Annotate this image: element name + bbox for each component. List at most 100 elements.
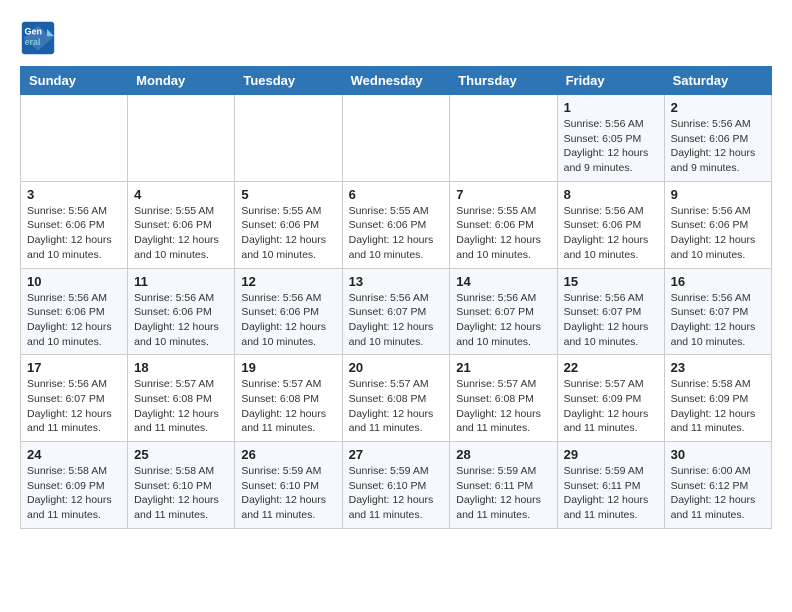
calendar-cell: 29 Sunrise: 5:59 AM Sunset: 6:11 PM Dayli… — [557, 442, 664, 529]
calendar-body: 1 Sunrise: 5:56 AM Sunset: 6:05 PM Daylig… — [21, 95, 772, 529]
calendar-cell — [128, 95, 235, 182]
day-number: 14 — [456, 274, 550, 289]
page-header: Gen eral — [20, 20, 772, 56]
day-number: 21 — [456, 360, 550, 375]
day-number: 11 — [134, 274, 228, 289]
day-number: 26 — [241, 447, 335, 462]
calendar-cell: 18Sunrise: 5:57 AM Sunset: 6:08 PM Dayli… — [128, 355, 235, 442]
calendar-header: SundayMondayTuesdayWednesdayThursdayFrid… — [21, 67, 772, 95]
day-number: 15 — [564, 274, 658, 289]
calendar-week-5: 24Sunrise: 5:58 AM Sunset: 6:09 PM Dayli… — [21, 442, 772, 529]
calendar-cell: 20 Sunrise: 5:57 AM Sunset: 6:08 PM Dayli… — [342, 355, 450, 442]
day-info: Sunrise: 6:00 AM Sunset: 6:12 PM Dayligh… — [671, 464, 765, 523]
calendar-cell: 3Sunrise: 5:56 AM Sunset: 6:06 PM Daylig… — [21, 181, 128, 268]
day-info: Sunrise: 5:55 AM Sunset: 6:06 PM Dayligh… — [134, 204, 228, 263]
calendar-week-4: 17 Sunrise: 5:56 AM Sunset: 6:07 PM Dayli… — [21, 355, 772, 442]
calendar-cell: 26 Sunrise: 5:59 AM Sunset: 6:10 PM Dayli… — [235, 442, 342, 529]
day-info: Sunrise: 5:56 AM Sunset: 6:07 PM Dayligh… — [349, 291, 444, 350]
day-number: 27 — [349, 447, 444, 462]
day-number: 29 — [564, 447, 658, 462]
day-number: 25 — [134, 447, 228, 462]
day-number: 13 — [349, 274, 444, 289]
calendar-week-2: 3 Sunrise: 5:56 AM Sunset: 6:06 PM Daylig… — [21, 181, 772, 268]
calendar-week-1: 1 Sunrise: 5:56 AM Sunset: 6:05 PM Daylig… — [21, 95, 772, 182]
day-info: Sunrise: 5:55 AM Sunset: 6:06 PM Dayligh… — [349, 204, 444, 263]
calendar-cell: 16 Sunrise: 5:56 AM Sunset: 6:07 PM Dayli… — [664, 268, 771, 355]
day-info: Sunrise: 5:58 AM Sunset: 6:10 PM Dayligh… — [134, 464, 228, 523]
svg-text:Gen: Gen — [25, 26, 43, 36]
day-number: 3 — [27, 187, 121, 202]
day-info: Sunrise: 5:59 AM Sunset: 6:11 PM Dayligh… — [456, 464, 550, 523]
calendar-cell — [342, 95, 450, 182]
calendar-cell: 23 Sunrise: 5:58 AM Sunset: 6:09 PM Dayli… — [664, 355, 771, 442]
day-number: 23 — [671, 360, 765, 375]
logo-icon: Gen eral — [20, 20, 56, 56]
weekday-wednesday: Wednesday — [342, 67, 450, 95]
day-number: 4 — [134, 187, 228, 202]
calendar-cell: 9Sunrise: 5:56 AM Sunset: 6:06 PM Daylig… — [664, 181, 771, 268]
calendar-cell: 14 Sunrise: 5:56 AM Sunset: 6:07 PM Dayli… — [450, 268, 557, 355]
weekday-header-row: SundayMondayTuesdayWednesdayThursdayFrid… — [21, 67, 772, 95]
calendar-week-3: 10Sunrise: 5:56 AM Sunset: 6:06 PM Dayli… — [21, 268, 772, 355]
weekday-saturday: Saturday — [664, 67, 771, 95]
calendar-cell: 2 Sunrise: 5:56 AM Sunset: 6:06 PM Daylig… — [664, 95, 771, 182]
calendar-cell: 5 Sunrise: 5:55 AM Sunset: 6:06 PM Daylig… — [235, 181, 342, 268]
day-info: Sunrise: 5:55 AM Sunset: 6:06 PM Dayligh… — [241, 204, 335, 263]
day-info: Sunrise: 5:56 AM Sunset: 6:07 PM Dayligh… — [671, 291, 765, 350]
calendar-table: SundayMondayTuesdayWednesdayThursdayFrid… — [20, 66, 772, 529]
day-info: Sunrise: 5:56 AM Sunset: 6:07 PM Dayligh… — [564, 291, 658, 350]
day-info: Sunrise: 5:56 AM Sunset: 6:06 PM Dayligh… — [27, 291, 121, 350]
day-info: Sunrise: 5:58 AM Sunset: 6:09 PM Dayligh… — [27, 464, 121, 523]
day-info: Sunrise: 5:58 AM Sunset: 6:09 PM Dayligh… — [671, 377, 765, 436]
day-number: 28 — [456, 447, 550, 462]
weekday-monday: Monday — [128, 67, 235, 95]
day-info: Sunrise: 5:57 AM Sunset: 6:08 PM Dayligh… — [241, 377, 335, 436]
calendar-cell: 15 Sunrise: 5:56 AM Sunset: 6:07 PM Dayli… — [557, 268, 664, 355]
day-info: Sunrise: 5:56 AM Sunset: 6:06 PM Dayligh… — [134, 291, 228, 350]
day-number: 17 — [27, 360, 121, 375]
day-number: 1 — [564, 100, 658, 115]
day-info: Sunrise: 5:57 AM Sunset: 6:09 PM Dayligh… — [564, 377, 658, 436]
day-number: 7 — [456, 187, 550, 202]
day-info: Sunrise: 5:59 AM Sunset: 6:10 PM Dayligh… — [241, 464, 335, 523]
day-number: 5 — [241, 187, 335, 202]
calendar-cell: 4 Sunrise: 5:55 AM Sunset: 6:06 PM Daylig… — [128, 181, 235, 268]
logo: Gen eral — [20, 20, 60, 56]
calendar-cell: 22 Sunrise: 5:57 AM Sunset: 6:09 PM Dayli… — [557, 355, 664, 442]
weekday-friday: Friday — [557, 67, 664, 95]
day-number: 9 — [671, 187, 765, 202]
calendar-cell: 13 Sunrise: 5:56 AM Sunset: 6:07 PM Dayli… — [342, 268, 450, 355]
day-number: 20 — [349, 360, 444, 375]
calendar-cell: 10Sunrise: 5:56 AM Sunset: 6:06 PM Dayli… — [21, 268, 128, 355]
day-number: 16 — [671, 274, 765, 289]
calendar-cell: 21 Sunrise: 5:57 AM Sunset: 6:08 PM Dayli… — [450, 355, 557, 442]
day-info: Sunrise: 5:56 AM Sunset: 6:06 PM Dayligh… — [241, 291, 335, 350]
calendar-cell: 11 Sunrise: 5:56 AM Sunset: 6:06 PM Dayli… — [128, 268, 235, 355]
day-number: 18 — [134, 360, 228, 375]
day-number: 6 — [349, 187, 444, 202]
day-info: Sunrise: 5:56 AM Sunset: 6:07 PM Dayligh… — [27, 377, 121, 436]
day-info: Sunrise: 5:57 AM Sunset: 6:08 PM Dayligh… — [349, 377, 444, 436]
calendar-cell: 24Sunrise: 5:58 AM Sunset: 6:09 PM Dayli… — [21, 442, 128, 529]
svg-text:eral: eral — [25, 37, 41, 47]
day-info: Sunrise: 5:56 AM Sunset: 6:05 PM Dayligh… — [564, 117, 658, 176]
day-info: Sunrise: 5:59 AM Sunset: 6:10 PM Dayligh… — [349, 464, 444, 523]
calendar-cell: 6 Sunrise: 5:55 AM Sunset: 6:06 PM Daylig… — [342, 181, 450, 268]
day-number: 30 — [671, 447, 765, 462]
calendar-cell: 12 Sunrise: 5:56 AM Sunset: 6:06 PM Dayli… — [235, 268, 342, 355]
day-info: Sunrise: 5:56 AM Sunset: 6:06 PM Dayligh… — [564, 204, 658, 263]
calendar-cell — [21, 95, 128, 182]
day-number: 19 — [241, 360, 335, 375]
day-number: 12 — [241, 274, 335, 289]
calendar-cell: 27 Sunrise: 5:59 AM Sunset: 6:10 PM Dayli… — [342, 442, 450, 529]
day-number: 2 — [671, 100, 765, 115]
day-info: Sunrise: 5:57 AM Sunset: 6:08 PM Dayligh… — [456, 377, 550, 436]
day-number: 22 — [564, 360, 658, 375]
calendar-cell: 8Sunrise: 5:56 AM Sunset: 6:06 PM Daylig… — [557, 181, 664, 268]
day-info: Sunrise: 5:56 AM Sunset: 6:06 PM Dayligh… — [671, 117, 765, 176]
day-info: Sunrise: 5:56 AM Sunset: 6:07 PM Dayligh… — [456, 291, 550, 350]
calendar-cell: 19 Sunrise: 5:57 AM Sunset: 6:08 PM Dayli… — [235, 355, 342, 442]
calendar-cell: 30 Sunrise: 6:00 AM Sunset: 6:12 PM Dayli… — [664, 442, 771, 529]
weekday-tuesday: Tuesday — [235, 67, 342, 95]
day-info: Sunrise: 5:59 AM Sunset: 6:11 PM Dayligh… — [564, 464, 658, 523]
